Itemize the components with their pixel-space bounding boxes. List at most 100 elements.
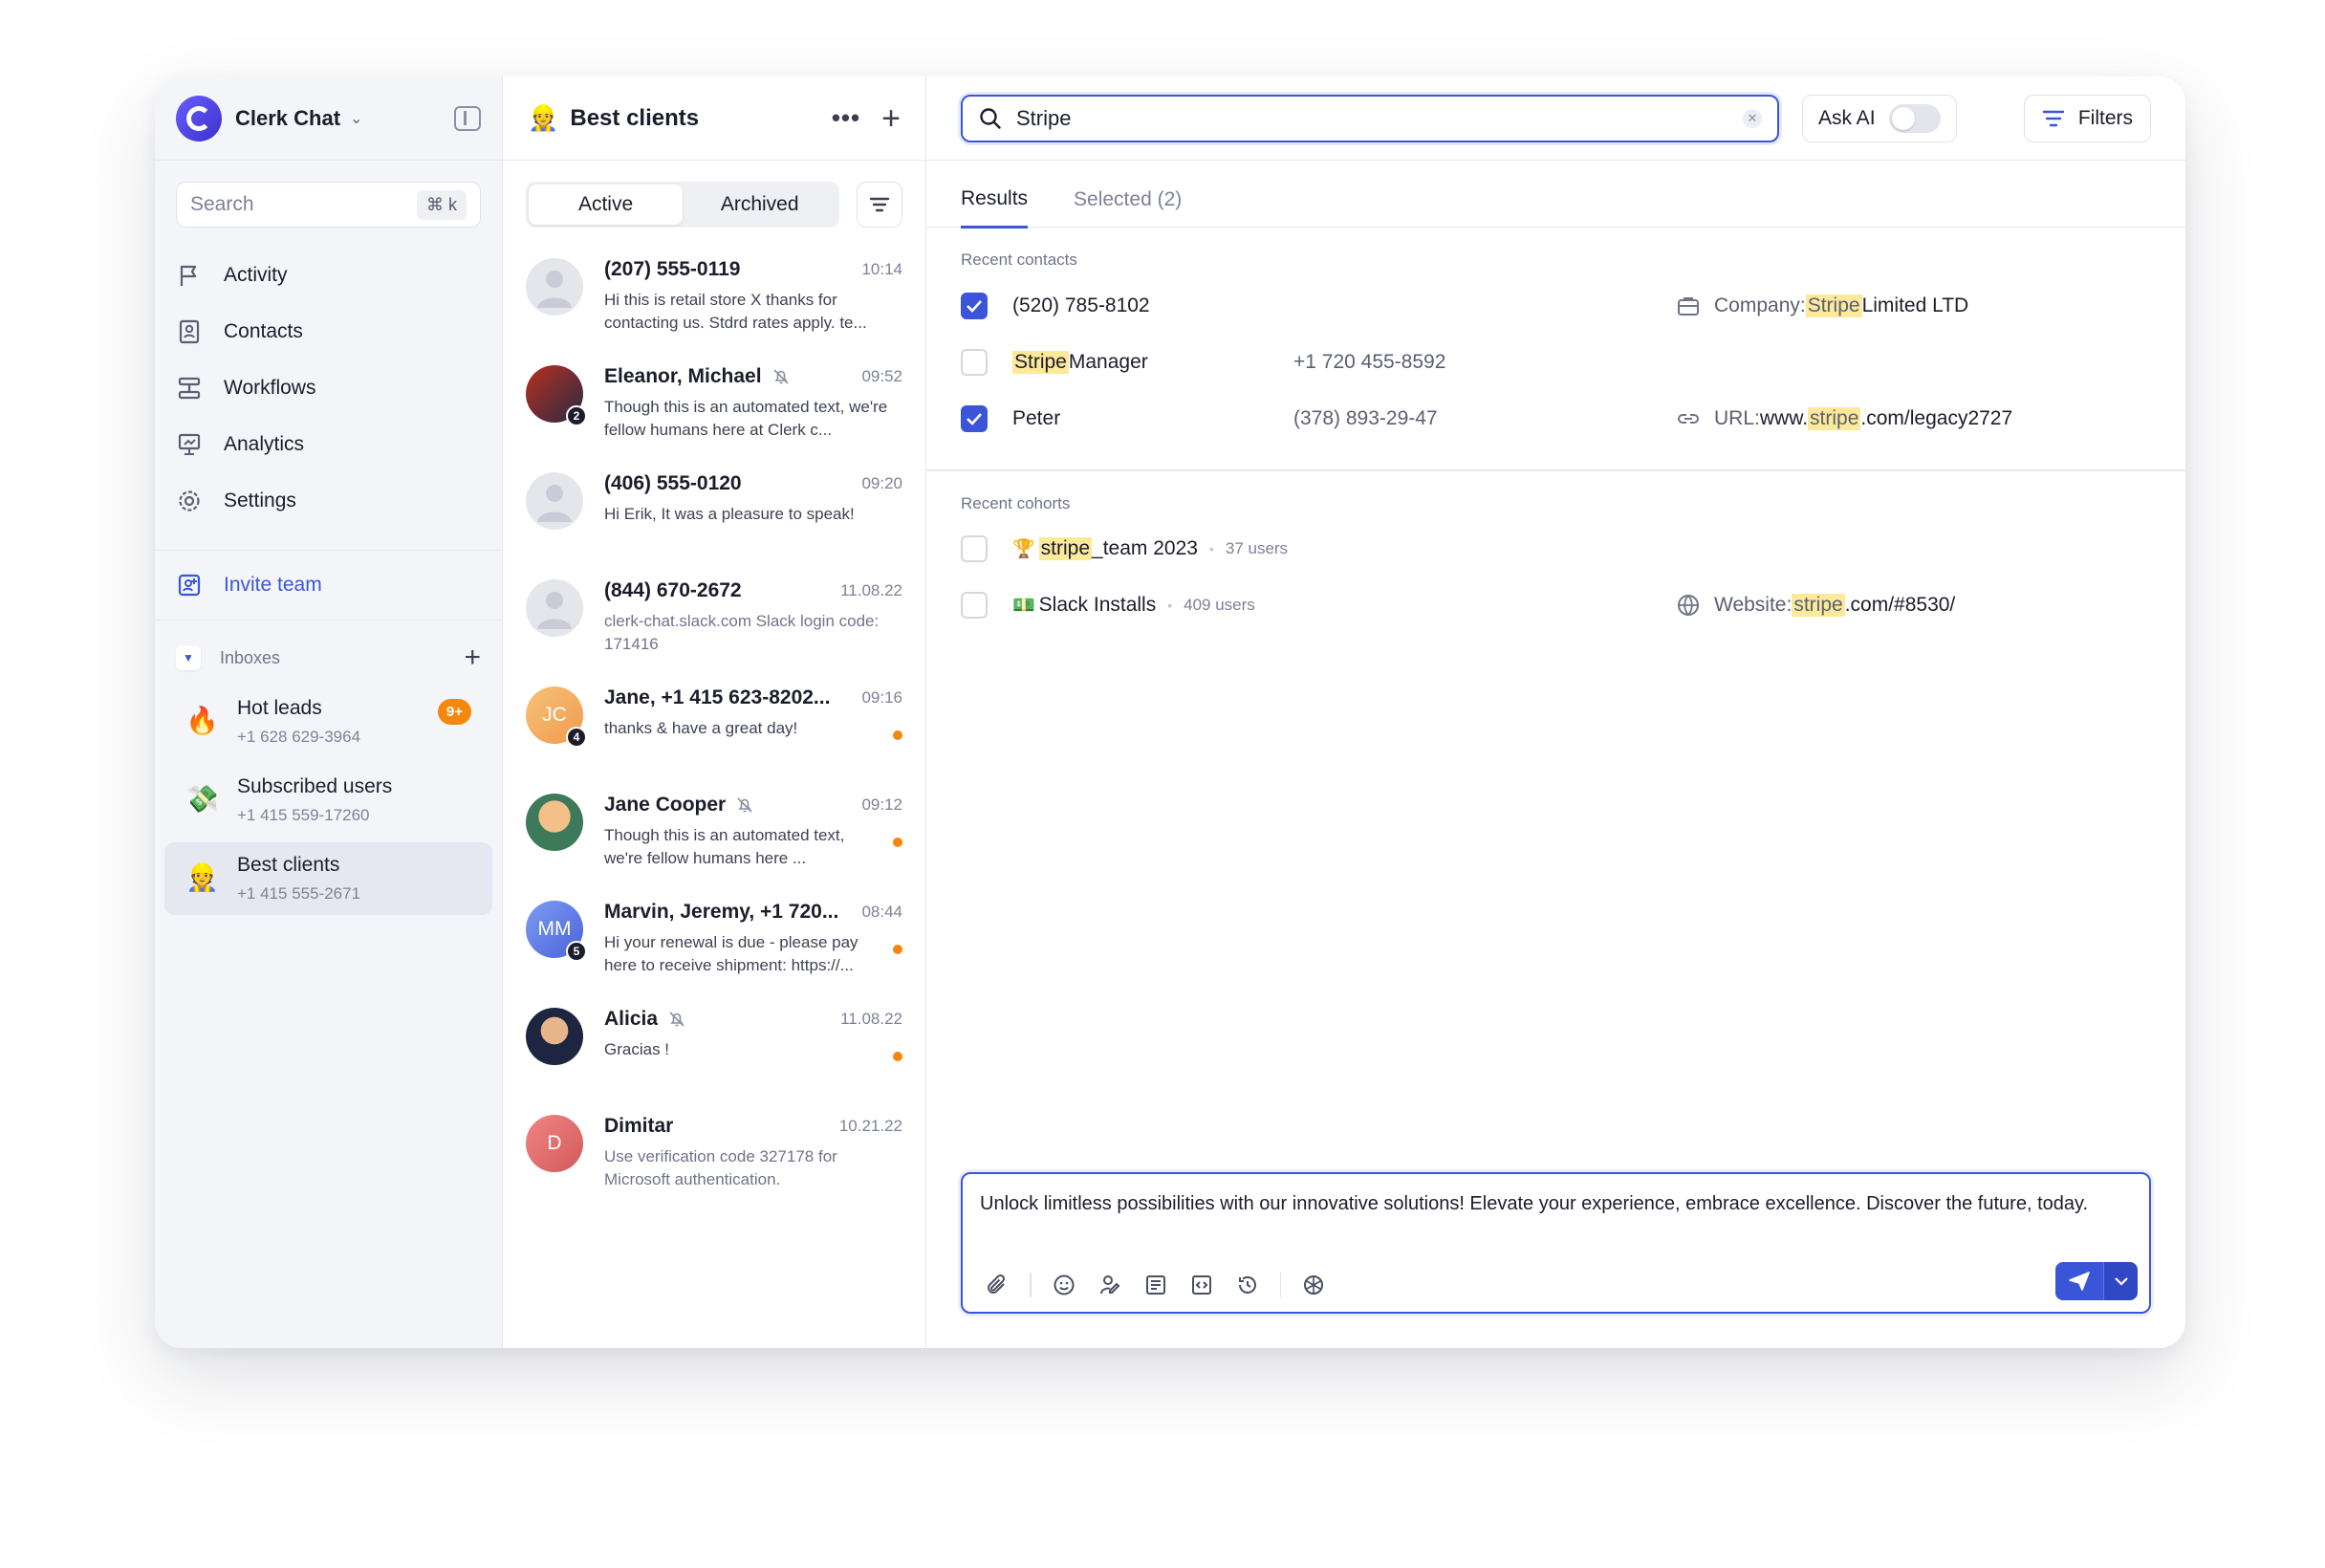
cohort-row[interactable]: 🏆 stripe _team 2023 • 37 users	[961, 521, 2151, 577]
template-icon[interactable]	[1142, 1272, 1169, 1298]
new-conversation-button[interactable]: +	[881, 102, 901, 135]
conversation-item[interactable]: MM 5 Marvin, Jeremy, +1 720... 08:44 Hi y…	[503, 883, 925, 991]
ai-openai-icon[interactable]	[1300, 1272, 1327, 1298]
filters-button[interactable]: Filters	[2023, 94, 2151, 142]
ask-ai-control[interactable]: Ask AI	[1802, 94, 1957, 142]
cohort-user-count: 37 users	[1225, 539, 1289, 557]
conversation-name: (207) 555-0119	[604, 258, 741, 280]
person-placeholder-icon	[537, 592, 572, 629]
avatar	[526, 258, 583, 316]
inbox-subscribed-users[interactable]: 💸 Subscribed users +1 415 559-17260	[164, 764, 492, 837]
person-placeholder-icon	[537, 271, 572, 308]
avatar: MM 5	[526, 901, 587, 962]
inbox-name: Subscribed users	[237, 775, 393, 797]
tab-active[interactable]: Active	[529, 185, 684, 225]
search-shortcut-badge: ⌘ k	[416, 189, 467, 220]
add-inbox-button[interactable]: +	[464, 643, 481, 672]
conversation-name: (406) 555-0120	[604, 472, 742, 494]
sidebar-collapse-icon[interactable]	[454, 105, 481, 131]
caret-down-icon[interactable]: ▼	[176, 645, 201, 670]
conversation-time: 11.08.22	[840, 1010, 902, 1028]
sidebar-item-label: Activity	[224, 263, 288, 286]
sidebar-item-label: Settings	[224, 489, 296, 512]
inbox-best-clients[interactable]: 👷 Best clients +1 415 555-2671	[164, 842, 492, 915]
contact-row[interactable]: Stripe Manager +1 720 455-8592	[961, 334, 2151, 390]
contact-detail-label: Company:	[1714, 294, 1806, 316]
contact-phone: (378) 893-29-47	[1293, 406, 1438, 429]
contact-checkbox[interactable]	[961, 404, 988, 432]
conversation-name: Jane, +1 415 623-8202...	[604, 686, 831, 708]
clerk-chat-logo-icon	[176, 95, 222, 142]
schedule-icon[interactable]	[1234, 1272, 1261, 1298]
inbox-phone: +1 415 559-17260	[237, 806, 370, 824]
unread-dot	[893, 1052, 902, 1061]
conversation-preview: Though this is an automated text, we're …	[604, 826, 845, 867]
workspace-name[interactable]: Clerk Chat	[235, 106, 340, 131]
conversation-item[interactable]: (207) 555-0119 10:14 Hi this is retail st…	[503, 241, 925, 348]
tab-selected[interactable]: Selected (2)	[1074, 188, 1182, 227]
message-composer[interactable]: Unlock limitless possibilities with our …	[961, 1172, 2151, 1314]
avatar: JC 4	[526, 686, 587, 748]
conversation-item[interactable]: JC 4 Jane, +1 415 623-8202... 09:16 thank…	[503, 669, 925, 776]
contact-variable-icon[interactable]	[1097, 1272, 1123, 1298]
sidebar-item-settings[interactable]: Settings	[155, 472, 502, 529]
cohort-detail-value: .com/#8530/	[1844, 594, 1956, 616]
sidebar-search-input[interactable]: Search ⌘ k	[176, 182, 481, 228]
contact-name: Peter	[1012, 406, 1061, 429]
section-label: Recent cohorts	[961, 493, 1071, 512]
tab-results[interactable]: Results	[961, 187, 1029, 229]
send-icon	[2069, 1272, 2090, 1291]
conversation-item[interactable]: (844) 670-2672 11.08.22 clerk-chat.slack.…	[503, 562, 925, 669]
workflow-icon	[176, 375, 203, 402]
cohort-checkbox[interactable]	[961, 535, 988, 562]
emoji-icon[interactable]	[1051, 1272, 1077, 1298]
inbox-hot-leads[interactable]: 🔥 Hot leads +1 628 629-3964 9+	[164, 686, 492, 758]
sort-button[interactable]	[857, 182, 902, 228]
section-label: Recent contacts	[961, 250, 1077, 269]
tab-archived[interactable]: Archived	[683, 185, 837, 225]
more-options-icon[interactable]: •••	[832, 103, 860, 133]
contact-checkbox[interactable]	[961, 348, 988, 376]
avatar: D	[526, 1115, 583, 1172]
ask-ai-toggle[interactable]	[1888, 103, 1941, 133]
chevron-down-icon[interactable]: ⌄	[350, 109, 362, 128]
conversation-item[interactable]: 2 Eleanor, Michael 09:52 Though this is …	[503, 348, 925, 455]
avatar	[526, 472, 583, 530]
app-window: Clerk Chat ⌄ Search ⌘ k Activity Contact…	[155, 76, 2185, 1348]
conversation-item[interactable]: D Dimitar 10.21.22 Use verification code …	[503, 1098, 925, 1205]
contact-row[interactable]: Peter (378) 893-29-47 URL: www. stripe .…	[961, 390, 2151, 446]
paperclip-icon[interactable]	[984, 1272, 1010, 1298]
contact-checkbox[interactable]	[961, 292, 988, 319]
send-button[interactable]	[2055, 1262, 2103, 1300]
avatar	[526, 1008, 583, 1065]
separator-dot: •	[1167, 598, 1173, 613]
conversation-item[interactable]: Jane Cooper 09:12 Though this is an auto…	[503, 776, 925, 883]
sidebar-item-analytics[interactable]: Analytics	[155, 416, 502, 472]
unread-dot	[893, 730, 902, 740]
sidebar-item-invite-team[interactable]: Invite team	[155, 550, 502, 599]
conversation-preview: clerk-chat.slack.com Slack login code: 1…	[604, 612, 880, 653]
sidebar-item-workflows[interactable]: Workflows	[155, 359, 502, 416]
cohort-row[interactable]: 💵 Slack Installs • 409 users Website: st…	[961, 577, 2151, 634]
send-options-chevron-icon[interactable]	[2103, 1262, 2138, 1300]
filter-lines-icon	[2042, 110, 2065, 126]
sidebar-item-activity[interactable]: Activity	[155, 247, 502, 303]
conversation-preview: Hi your renewal is due - please pay here…	[604, 933, 858, 974]
bell-muted-icon	[773, 369, 789, 384]
conversation-preview: thanks & have a great day!	[604, 719, 798, 737]
conversation-item[interactable]: Alicia 11.08.22 Gracias !	[503, 991, 925, 1098]
clear-search-icon[interactable]: ✕	[1743, 108, 1762, 128]
contact-detail-label: URL:	[1714, 406, 1760, 429]
avatar	[526, 794, 583, 851]
conversation-time: 08:44	[861, 903, 902, 921]
cohort-checkbox[interactable]	[961, 592, 988, 619]
conversation-item[interactable]: (406) 555-0120 09:20 Hi Erik, It was a pl…	[503, 455, 925, 562]
contact-row[interactable]: (520) 785-8102 Company: Stripe Limited L…	[961, 277, 2151, 334]
global-search-input[interactable]: Stripe ✕	[961, 94, 1779, 142]
sidebar-item-contacts[interactable]: Contacts	[155, 303, 502, 359]
checkmark-icon	[967, 412, 982, 425]
sort-lines-icon	[869, 197, 890, 212]
globe-icon	[1676, 593, 1701, 618]
code-block-icon[interactable]	[1188, 1272, 1215, 1298]
message-input[interactable]: Unlock limitless possibilities with our …	[980, 1189, 2132, 1218]
